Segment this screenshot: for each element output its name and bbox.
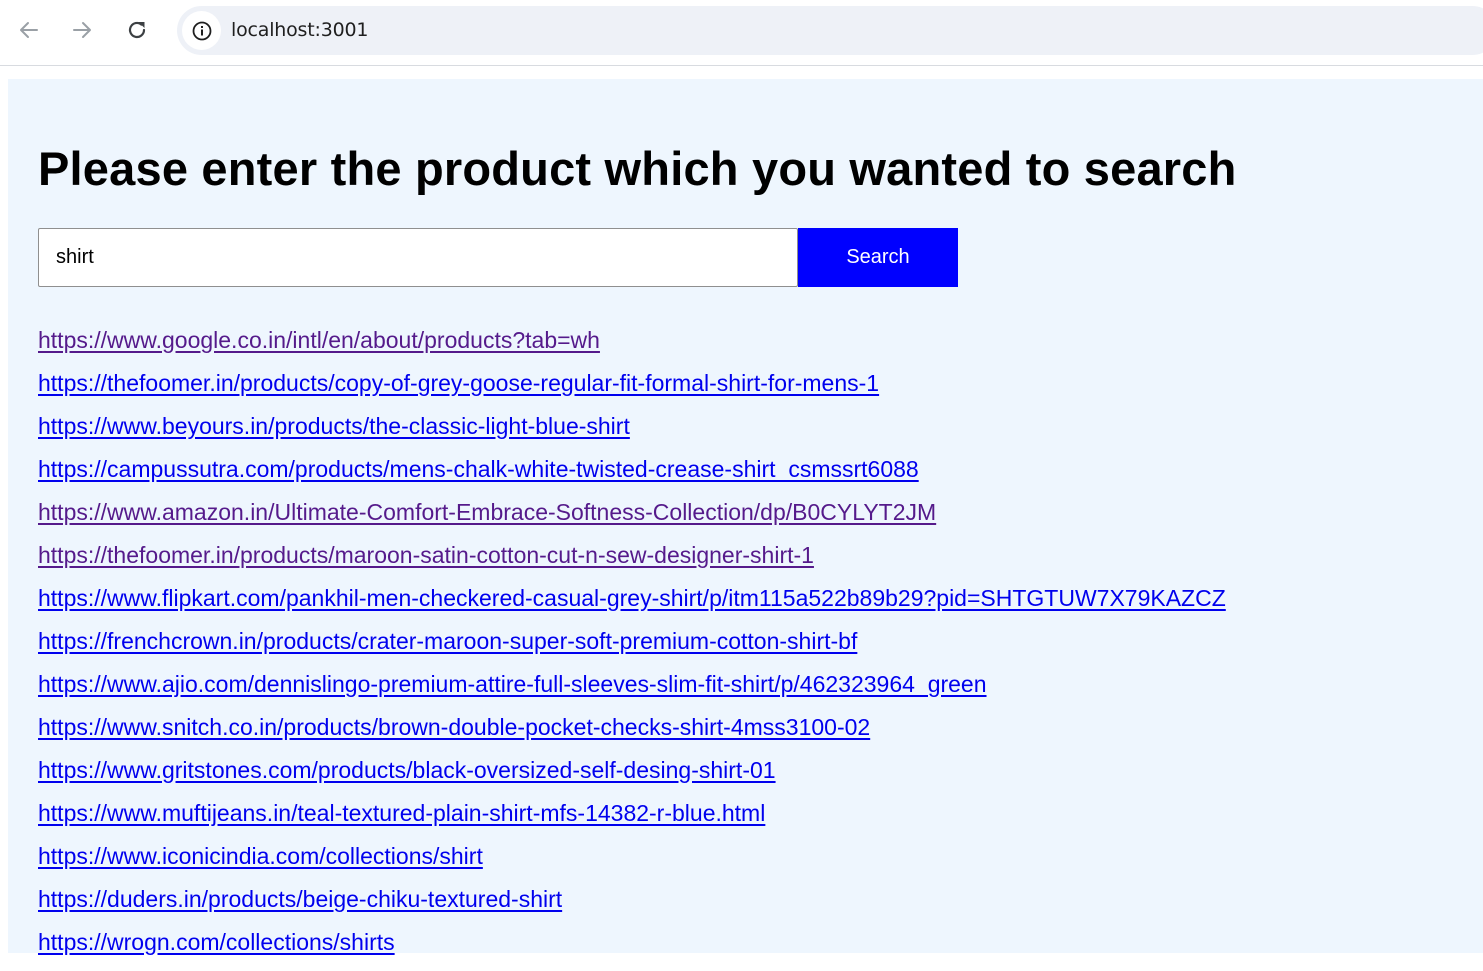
address-bar[interactable]: localhost:3001	[177, 6, 1483, 55]
result-item: https://www.flipkart.com/pankhil-men-che…	[38, 584, 1226, 627]
search-button[interactable]: Search	[798, 228, 958, 287]
back-button[interactable]	[11, 12, 47, 48]
info-icon	[192, 21, 211, 40]
result-link[interactable]: https://www.amazon.in/Ultimate-Comfort-E…	[38, 499, 936, 525]
result-item: https://frenchcrown.in/products/crater-m…	[38, 627, 1226, 670]
result-item: https://www.beyours.in/products/the-clas…	[38, 412, 1226, 455]
result-item: https://www.google.co.in/intl/en/about/p…	[38, 326, 1226, 369]
toolbar-divider	[0, 65, 1483, 66]
result-item: https://campussutra.com/products/mens-ch…	[38, 455, 1226, 498]
reload-button[interactable]	[119, 12, 155, 48]
result-link[interactable]: https://duders.in/products/beige-chiku-t…	[38, 886, 562, 912]
result-link[interactable]: https://wrogn.com/collections/shirts	[38, 929, 395, 955]
result-link[interactable]: https://thefoomer.in/products/copy-of-gr…	[38, 370, 879, 396]
result-item: https://www.ajio.com/dennislingo-premium…	[38, 670, 1226, 713]
search-input[interactable]	[38, 228, 798, 287]
result-item: https://thefoomer.in/products/copy-of-gr…	[38, 369, 1226, 412]
page-content: Please enter the product which you wante…	[8, 79, 1483, 955]
result-item: https://www.iconicindia.com/collections/…	[38, 842, 1226, 885]
result-item: https://wrogn.com/collections/shirts	[38, 928, 1226, 971]
result-item: https://www.gritstones.com/products/blac…	[38, 756, 1226, 799]
reload-icon	[128, 21, 146, 39]
arrow-left-icon	[20, 22, 38, 38]
result-link[interactable]: https://www.google.co.in/intl/en/about/p…	[38, 327, 600, 353]
page-title: Please enter the product which you wante…	[38, 142, 1237, 195]
result-link[interactable]: https://www.muftijeans.in/teal-textured-…	[38, 800, 765, 826]
result-link[interactable]: https://www.gritstones.com/products/blac…	[38, 757, 776, 783]
result-item: https://www.muftijeans.in/teal-textured-…	[38, 799, 1226, 842]
result-link[interactable]: https://www.flipkart.com/pankhil-men-che…	[38, 585, 1226, 611]
browser-toolbar: localhost:3001	[0, 0, 1483, 62]
result-link[interactable]: https://www.ajio.com/dennislingo-premium…	[38, 671, 987, 697]
result-item: https://www.amazon.in/Ultimate-Comfort-E…	[38, 498, 1226, 541]
result-link[interactable]: https://thefoomer.in/products/maroon-sat…	[38, 542, 814, 568]
result-link[interactable]: https://www.beyours.in/products/the-clas…	[38, 413, 630, 439]
arrow-right-icon	[73, 22, 91, 38]
result-item: https://thefoomer.in/products/maroon-sat…	[38, 541, 1226, 584]
result-link[interactable]: https://www.snitch.co.in/products/brown-…	[38, 714, 870, 740]
result-item: https://duders.in/products/beige-chiku-t…	[38, 885, 1226, 928]
results-list: https://www.google.co.in/intl/en/about/p…	[38, 326, 1226, 971]
result-link[interactable]: https://campussutra.com/products/mens-ch…	[38, 456, 919, 482]
forward-button[interactable]	[64, 12, 100, 48]
result-item: https://www.snitch.co.in/products/brown-…	[38, 713, 1226, 756]
result-link[interactable]: https://www.iconicindia.com/collections/…	[38, 843, 483, 869]
site-info-button[interactable]	[182, 11, 221, 50]
url-text[interactable]: localhost:3001	[231, 19, 368, 41]
result-link[interactable]: https://frenchcrown.in/products/crater-m…	[38, 628, 857, 654]
